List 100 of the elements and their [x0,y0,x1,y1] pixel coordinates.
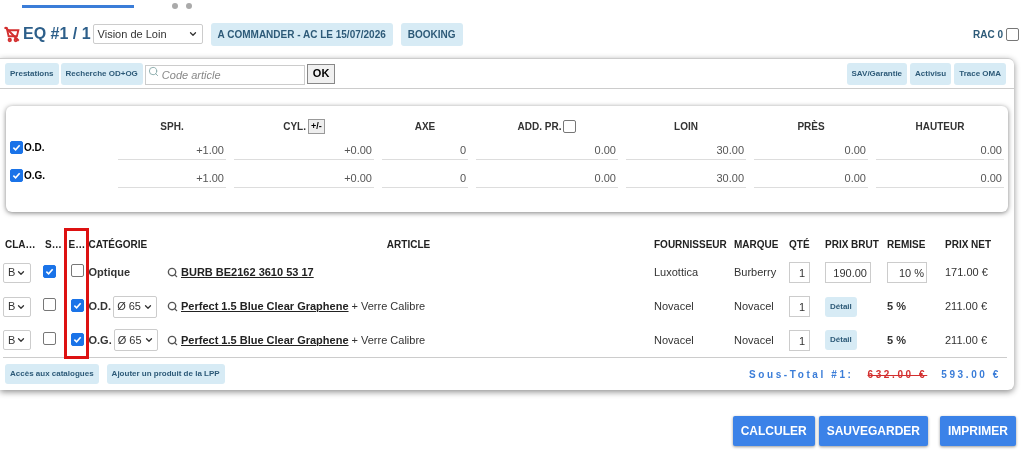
column-header: ADD. PR. [517,119,562,134]
prescription-field[interactable]: +1.00 [118,168,226,188]
column-header: CLA… [4,238,36,250]
action-button[interactable]: SAUVEGARDER [818,416,928,446]
eye-label: O.D. [88,299,112,315]
column-header: PRIX BRUT [825,238,879,250]
quantity-field[interactable]: 1 [789,296,810,317]
brand-text: Burberry [734,266,777,279]
diameter-select[interactable]: Ø 65 [113,295,158,318]
brand-text: Novacel [734,300,774,313]
action-button[interactable]: IMPRIMER [940,416,1016,446]
search-icon[interactable] [167,334,178,346]
search-field[interactable]: Code article [144,64,305,85]
article-suffix: + Verre Calibre [351,333,426,348]
supplier-text: Novacel [654,300,694,313]
eye-label: O.G. [24,168,46,183]
prescription-field[interactable]: 30.00 [626,168,746,188]
diameter-select[interactable]: Ø 65 [113,329,158,352]
eye-label: O.G. [88,333,112,348]
column-header: HAUTEUR [915,119,965,134]
prescription-field[interactable]: 0 [382,140,468,160]
footer-button[interactable]: Accès aux catalogues [5,364,99,384]
prescription-field[interactable]: 30.00 [626,140,746,160]
prescription-field[interactable]: 0.00 [476,140,618,160]
column-header: S… [44,238,62,250]
rac-checkbox[interactable] [1006,27,1019,41]
equipment-title: EQ #1 / 1 [23,24,91,44]
s-checkbox[interactable] [43,331,56,345]
prescription-field[interactable]: 0.00 [876,140,1004,160]
prescription-field[interactable]: 0.00 [754,140,868,160]
toolbar-button[interactable]: Trace OMA [954,62,1006,85]
status-tag[interactable]: A COMMANDER - AC LE 15/07/2026 [210,22,393,46]
ok-button[interactable]: OK [306,63,336,84]
column-header: PRIX NET [945,238,992,250]
vision-select[interactable]: Vision de Loin [92,24,203,44]
addition-checkbox[interactable] [563,119,577,133]
toolbar-button[interactable]: Recherche OD+OG [60,62,143,85]
net-price-text: 211.00 € [945,334,987,346]
eye-checkbox[interactable] [10,168,23,182]
class-select[interactable]: B [3,262,31,283]
article-link[interactable]: Perfect 1.5 Blue Clear Graphene [181,298,349,315]
s-checkbox[interactable] [43,265,56,279]
eye-label: O.D. [24,140,45,155]
eye-checkbox[interactable] [10,140,23,154]
prescription-field[interactable]: 0 [382,168,468,188]
status-tag[interactable]: BOOKING [400,22,463,46]
toolbar-button[interactable]: SAV/Garantie [846,62,908,85]
subtotal-label: Sous-Total #1: [748,367,854,382]
crossed-cart-icon [3,25,21,43]
sign-toggle-button[interactable]: +/- [308,118,325,134]
column-header: LOIN [674,119,698,134]
column-header: E… [67,239,86,251]
footer-button[interactable]: Ajouter un produit de la LPP [106,364,225,384]
column-header: PRÈS [797,119,825,134]
discount-field[interactable]: 10 % [887,262,927,283]
column-header: MARQUE [734,238,779,250]
price-field[interactable]: 190.00 [825,262,871,283]
prescription-field[interactable]: +0.00 [234,140,374,160]
search-icon[interactable] [167,301,178,312]
category-label: Optique [88,266,131,279]
e-checkbox[interactable] [70,332,84,346]
column-header: FOURNISSEUR [654,238,727,250]
article-link[interactable]: BURB BE2162 3610 53 17 [181,264,314,281]
prescription-field[interactable]: +0.00 [234,168,374,188]
action-button[interactable]: CALCULER [732,416,815,446]
search-icon[interactable] [167,267,178,278]
supplier-text: Novacel [654,334,694,346]
e-checkbox[interactable] [70,263,84,277]
net-price-text: 171.00 € [945,266,988,279]
class-select[interactable]: B [3,330,31,351]
e-checkbox[interactable] [70,299,84,313]
net-price-text: 211.00 € [945,300,987,313]
new-total: 593.00 € [941,367,1001,382]
article-link[interactable]: Perfect 1.5 Blue Clear Graphene [181,332,349,349]
search-icon [147,65,159,77]
toolbar-button[interactable]: Activisu [910,62,952,85]
prescription-field[interactable]: +1.00 [118,140,226,160]
article-suffix: + Verre Calibre [351,299,426,315]
prescription-field[interactable]: 0.00 [476,168,618,188]
s-checkbox[interactable] [43,297,56,311]
detail-button[interactable]: Détail [825,296,857,317]
column-header: CYL. [283,119,306,134]
column-header: ARTICLE [386,238,431,250]
column-header: AXE [414,119,436,134]
detail-button[interactable]: Détail [825,330,857,351]
toolbar-button[interactable]: Prestations [5,62,59,85]
prescription-field[interactable]: 0.00 [754,168,868,188]
chevron-icon [187,29,198,39]
prescription-field[interactable]: 0.00 [876,168,1004,188]
column-header: REMISE [887,238,926,250]
supplier-text: Luxottica [654,266,699,279]
rac-label: RAC 0 [973,27,1003,42]
class-select[interactable]: B [3,296,31,317]
old-total: 632.00 € [867,367,928,382]
quantity-field[interactable]: 1 [789,329,810,351]
column-header: SPH. [160,119,184,134]
column-header: CATÉGORIE [88,238,148,250]
discount-text: 5 % [887,334,906,346]
column-header: QTÉ [789,238,810,250]
quantity-field[interactable]: 1 [789,262,810,283]
